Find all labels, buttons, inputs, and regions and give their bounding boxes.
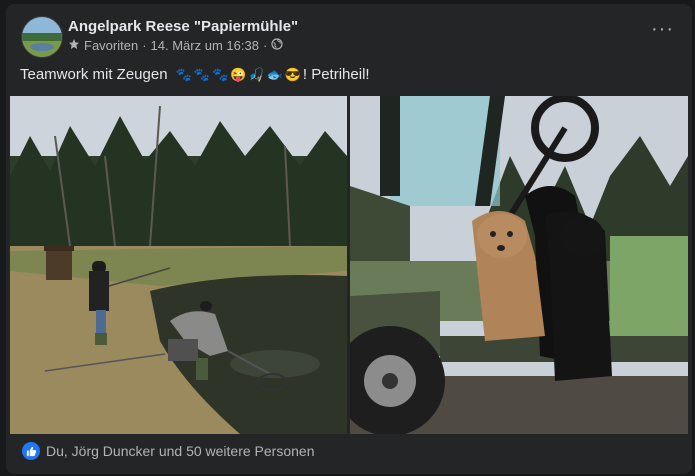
post-timestamp[interactable]: 14. März um 16:38 [151,38,259,53]
page-name-link[interactable]: Angelpark Reese "Papiermühle" [68,18,298,35]
post-meta: Favoriten · 14. März um 16:38 · [68,38,283,53]
photo-grid [10,96,688,434]
post-card: Angelpark Reese "Papiermühle" Favoriten … [6,4,692,474]
like-icon [22,442,40,460]
post-text-end: ! Petriheil! [302,66,370,83]
favorites-label: Favoriten [84,38,139,53]
fish-emoji: 🐟 [266,66,283,82]
reactions-summary[interactable]: Du, Jörg Duncker und 50 weitere Personen [46,443,314,459]
globe-icon [271,38,283,53]
photo-dogs-in-vehicle[interactable] [350,96,688,434]
paw-emoji-2: 🐾 [193,66,210,82]
meta-separator: · [142,38,147,53]
more-options-button[interactable]: ··· [651,19,674,39]
reactions-bar[interactable]: Du, Jörg Duncker und 50 weitere Personen [22,442,314,460]
post-text-start: Teamwork mit Zeugen [20,66,168,83]
paw-emoji-1: 🐾 [175,66,192,82]
page-avatar[interactable] [21,16,63,58]
winking-face-emoji: 😜 [230,66,247,82]
fishing-pole-emoji: 🎣 [248,66,265,82]
paw-emoji-3: 🐾 [211,66,229,82]
sunglasses-face-emoji: 😎 [284,66,301,82]
star-icon [68,38,80,53]
meta-separator-2: · [262,38,268,53]
photo-fishing-pond[interactable] [10,96,347,434]
post-text: Teamwork mit Zeugen 🐾 🐾 🐾 😜 🎣 🐟 😎 ! Petr… [20,66,370,83]
